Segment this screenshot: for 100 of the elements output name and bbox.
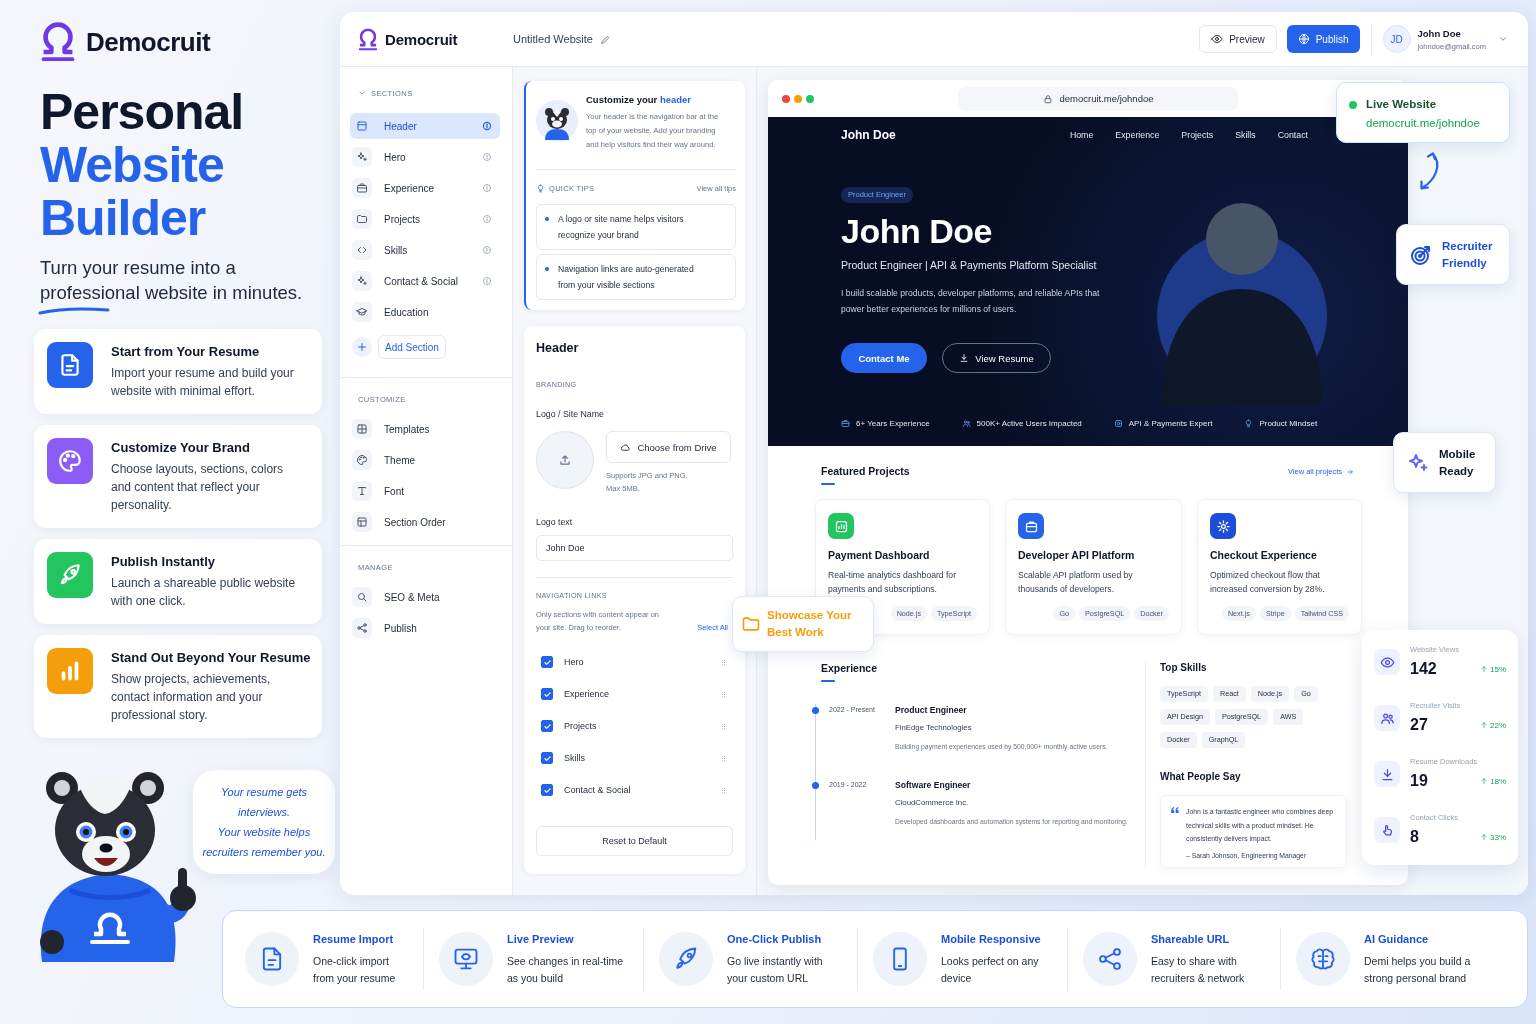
- job-title: Software Engineer: [895, 779, 972, 791]
- speech-text: Your resume gets interviews. Your website helps recruiters remember you.: [201, 785, 327, 860]
- site-name: John Doe: [841, 128, 896, 142]
- sidebar-item[interactable]: Experience: [350, 175, 500, 201]
- project-description: Real-time analytics dashboard for payments and subscriptions.: [828, 569, 957, 596]
- power-icon[interactable]: [482, 276, 492, 286]
- project-description: Scalable API platform used by thousands of developers.: [1018, 569, 1134, 596]
- live-url: democruit.me/johndoe: [1366, 116, 1480, 130]
- omega-logo-icon: [40, 22, 76, 62]
- lightbulb-icon: [536, 183, 545, 193]
- drag-handle-icon[interactable]: [719, 753, 728, 763]
- eye-icon: [1374, 649, 1400, 675]
- benefit-title: One-Click Publish: [727, 931, 823, 946]
- callout-text: Showcase Your Best Work: [767, 608, 852, 640]
- bullet-icon: [545, 217, 549, 221]
- nav-link[interactable]: Contact: [1277, 130, 1308, 140]
- checkbox[interactable]: [541, 784, 553, 796]
- subtitle: Turn your resume into a professional website in minutes.: [40, 256, 304, 305]
- feature-title: Customize Your Brand: [111, 440, 251, 455]
- maximize-window-icon[interactable]: [806, 94, 814, 103]
- brand-name: Democruit: [385, 30, 458, 48]
- drag-handle-icon[interactable]: [719, 721, 728, 731]
- logo-text-input[interactable]: John Doe: [536, 535, 733, 561]
- close-window-icon[interactable]: [782, 94, 790, 103]
- pointer-hand-icon: [1374, 817, 1400, 843]
- user-avatar[interactable]: JD: [1382, 25, 1411, 53]
- choose-from-drive-button[interactable]: Choose from Drive: [606, 431, 731, 463]
- callout-text: Recruiter Friendly: [1442, 238, 1493, 271]
- card-title: Header: [536, 340, 580, 356]
- sidebar-item[interactable]: Contact & Social: [350, 268, 500, 294]
- plus-icon[interactable]: [352, 337, 372, 357]
- checkbox[interactable]: [541, 720, 553, 732]
- users-icon: [1374, 705, 1400, 731]
- publish-button[interactable]: Publish: [1286, 25, 1360, 53]
- drag-handle-icon[interactable]: [719, 657, 728, 667]
- sidebar-item[interactable]: Education: [350, 299, 500, 325]
- checkbox-label: Contact & Social: [564, 785, 631, 795]
- nav-link[interactable]: Home: [1069, 130, 1094, 140]
- sidebar-item[interactable]: Hero: [350, 144, 500, 170]
- nav-link[interactable]: Skills: [1235, 130, 1256, 140]
- tip-title: Customize your header: [586, 93, 693, 107]
- sidebar-item[interactable]: Section Order: [350, 509, 500, 535]
- highlight-text: 6+ Years Experience: [856, 418, 930, 428]
- lock-icon: [1042, 93, 1053, 104]
- power-icon[interactable]: [482, 214, 492, 224]
- document-title: Untitled Website: [513, 33, 593, 45]
- drag-handle-icon[interactable]: [719, 689, 728, 699]
- bullet-icon: [545, 267, 549, 271]
- omega-logo-icon: [358, 27, 378, 51]
- upload-icon: [558, 453, 572, 467]
- add-section-button[interactable]: Add Section: [378, 335, 446, 359]
- checkbox[interactable]: [541, 656, 553, 668]
- drag-handle-icon[interactable]: [719, 785, 728, 795]
- check-icon: [542, 657, 552, 667]
- benefit-description: One-click import from your resume: [313, 953, 396, 986]
- section-title: Top Skills: [1160, 661, 1208, 675]
- project-description: Optimized checkout flow that increased conversion by 28%.: [1210, 569, 1326, 596]
- sidebar-item[interactable]: Theme: [350, 447, 500, 473]
- benefit-title: Live Preview: [507, 931, 575, 946]
- project-title: Checkout Experience: [1210, 549, 1317, 562]
- sidebar-item[interactable]: Templates: [350, 416, 500, 442]
- sidebar-item[interactable]: Projects: [350, 206, 500, 232]
- feature-description: Show projects, achievements, contact information and your professional story.: [111, 671, 272, 724]
- contact-button[interactable]: Contact Me: [841, 343, 927, 373]
- grid-icon: [352, 419, 372, 439]
- sidebar-item[interactable]: Font: [350, 478, 500, 504]
- chevron-down-icon[interactable]: [1498, 34, 1508, 44]
- sidebar-item[interactable]: Header: [350, 113, 500, 139]
- headline: Personal Website Builder: [40, 86, 245, 245]
- sidebar-item[interactable]: Skills: [350, 237, 500, 263]
- checkbox[interactable]: [541, 752, 553, 764]
- feature-description: Import your resume and build your website with minimal effort.: [111, 365, 295, 400]
- power-icon[interactable]: [482, 152, 492, 162]
- callout-text: Mobile Ready: [1439, 446, 1476, 479]
- address-bar[interactable]: democruit.me/johndoe: [958, 86, 1238, 111]
- minimize-window-icon[interactable]: [794, 94, 802, 103]
- checkbox-label: Experience: [564, 689, 610, 699]
- power-icon[interactable]: [482, 245, 492, 255]
- briefcase-icon: [352, 178, 372, 198]
- power-icon[interactable]: [482, 183, 492, 193]
- nav-link[interactable]: Projects: [1181, 130, 1214, 140]
- checkbox[interactable]: [541, 688, 553, 700]
- pencil-icon[interactable]: [599, 33, 611, 45]
- tip-text: A logo or site name helps visitors recognize your brand: [558, 213, 685, 242]
- chevron-down-icon[interactable]: [358, 89, 366, 97]
- font-icon: [352, 481, 372, 501]
- benefit-description: Looks perfect on any device: [941, 953, 1040, 986]
- live-title: Live Website: [1366, 97, 1438, 111]
- nav-link[interactable]: Experience: [1115, 130, 1160, 140]
- briefcase-icon: [841, 418, 850, 428]
- sidebar-item[interactable]: Publish: [350, 615, 500, 641]
- reset-to-default-button[interactable]: Reset to Default: [536, 826, 733, 856]
- sidebar-item[interactable]: SEO & Meta: [350, 584, 500, 610]
- eye-icon: [1211, 33, 1224, 45]
- lightbulb-icon: [1244, 418, 1254, 428]
- brand-name: Democruit: [86, 26, 211, 58]
- power-icon[interactable]: [482, 121, 492, 131]
- preview-button[interactable]: Preview: [1199, 25, 1277, 53]
- section-title: Featured Projects: [821, 464, 910, 478]
- hero-tagline: Product Engineer | API & Payments Platform Specialist: [841, 258, 1097, 272]
